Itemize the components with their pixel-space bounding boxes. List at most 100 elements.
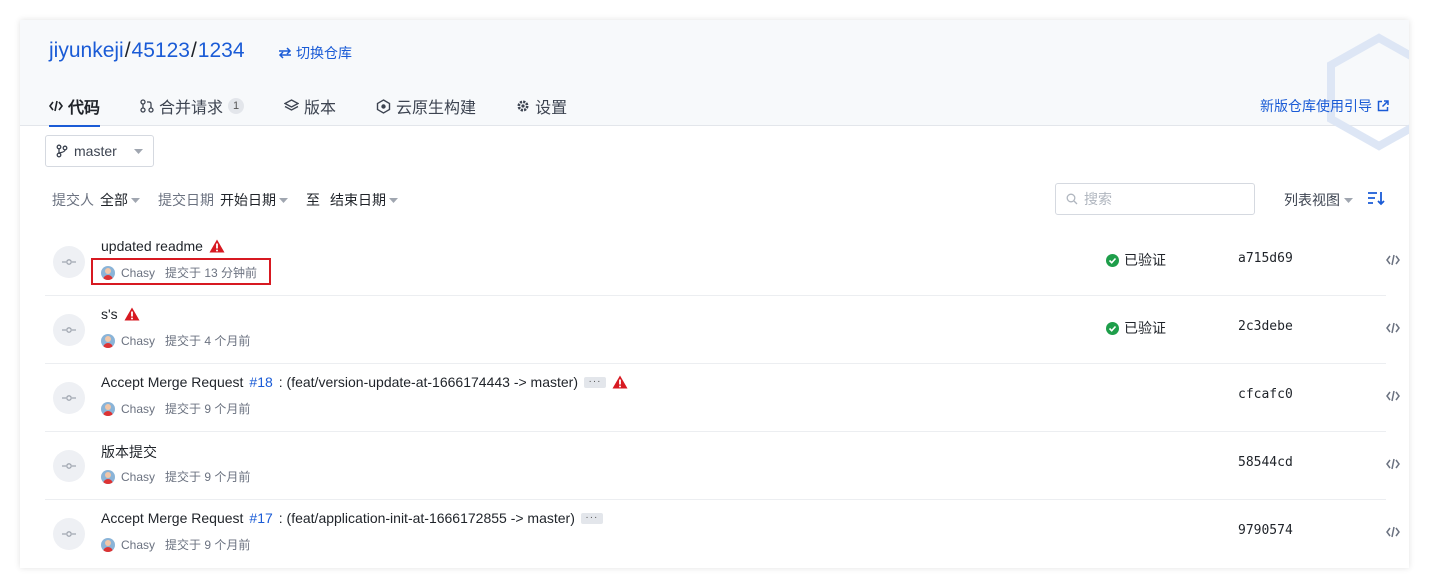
commit-filters: 提交人 全部 提交日期 开始日期 至 结束日期 bbox=[52, 190, 416, 210]
avatar[interactable] bbox=[101, 333, 115, 348]
commit-sha[interactable]: 9790574 bbox=[1238, 523, 1293, 538]
switch-repo-label: 切换仓库 bbox=[296, 45, 352, 61]
commit-message: s's bbox=[101, 306, 118, 322]
guide-link-label: 新版仓库使用引导 bbox=[1260, 98, 1372, 114]
commit-time: 提交于 9 个月前 bbox=[165, 470, 251, 484]
browse-code-icon[interactable] bbox=[1386, 526, 1400, 538]
gear-icon bbox=[517, 100, 529, 112]
browse-code-icon[interactable] bbox=[1386, 458, 1400, 470]
caret-down-icon bbox=[279, 197, 288, 203]
warning-icon bbox=[612, 375, 628, 389]
commit-title[interactable]: updated readme bbox=[101, 238, 225, 254]
avatar[interactable] bbox=[101, 469, 115, 484]
commit-title[interactable]: 版本提交 bbox=[101, 442, 157, 462]
repo-name-link[interactable]: 1234 bbox=[198, 39, 245, 62]
external-link-icon bbox=[1377, 100, 1389, 112]
commit-meta: Chasy 提交于 9 个月前 bbox=[101, 536, 250, 553]
commit-search[interactable] bbox=[1055, 183, 1255, 215]
tab-settings[interactable]: 设置 bbox=[516, 94, 567, 126]
tab-code[interactable]: 代码 bbox=[49, 94, 101, 127]
warning-icon bbox=[209, 239, 225, 253]
repo-group-link[interactable]: 45123 bbox=[132, 39, 190, 62]
search-input[interactable] bbox=[1084, 191, 1234, 207]
browse-code-icon[interactable] bbox=[1386, 322, 1400, 334]
avatar[interactable] bbox=[101, 537, 115, 552]
merge-request-count-badge: 1 bbox=[228, 98, 245, 114]
expand-message-button[interactable]: ··· bbox=[580, 512, 603, 524]
commit-sha[interactable]: cfcafc0 bbox=[1238, 387, 1293, 402]
view-mode-label: 列表视图 bbox=[1284, 192, 1340, 208]
branch-select[interactable]: master bbox=[45, 135, 154, 167]
commit-row[interactable]: Accept Merge Request #17 : (feat/applica… bbox=[45, 500, 1400, 568]
tab-label: 云原生构建 bbox=[396, 100, 477, 117]
repo-breadcrumb: jiyunkeji/45123/1234 bbox=[49, 39, 245, 63]
avatar[interactable] bbox=[101, 401, 115, 416]
commit-author[interactable]: Chasy bbox=[121, 470, 155, 484]
commit-row[interactable]: updated readme Chasy 提交于 13 分钟前 已验证 a715… bbox=[45, 228, 1400, 296]
commit-sha[interactable]: 2c3debe bbox=[1238, 319, 1293, 334]
commit-author[interactable]: Chasy bbox=[121, 538, 155, 552]
check-circle-icon bbox=[1106, 253, 1119, 267]
tab-merge-requests[interactable]: 合并请求 1 bbox=[140, 94, 245, 126]
commit-message: 版本提交 bbox=[101, 444, 157, 460]
commit-title[interactable]: Accept Merge Request #17 : (feat/applica… bbox=[101, 510, 603, 526]
tab-cloud-build[interactable]: 云原生构建 bbox=[376, 94, 476, 126]
commit-author[interactable]: Chasy bbox=[121, 334, 155, 348]
commit-row[interactable]: Accept Merge Request #18 : (feat/version… bbox=[45, 364, 1400, 432]
start-date-picker[interactable]: 开始日期 bbox=[220, 190, 288, 210]
hexagon-decoration-icon bbox=[1327, 33, 1409, 151]
highlight-annotation-box bbox=[91, 258, 271, 285]
browse-code-icon[interactable] bbox=[1386, 390, 1400, 402]
commit-list: updated readme Chasy 提交于 13 分钟前 已验证 a715… bbox=[45, 228, 1400, 568]
commit-title[interactable]: Accept Merge Request #18 : (feat/version… bbox=[101, 374, 628, 390]
commit-row[interactable]: 版本提交 Chasy 提交于 9 个月前 58544cd bbox=[45, 432, 1400, 500]
tab-label: 设置 bbox=[535, 100, 568, 117]
commit-node-icon bbox=[53, 518, 85, 550]
branch-name: master bbox=[74, 143, 117, 159]
commit-sha[interactable]: 58544cd bbox=[1238, 455, 1293, 470]
sort-order-icon[interactable] bbox=[1367, 190, 1385, 206]
expand-message-button[interactable]: ··· bbox=[584, 376, 606, 388]
commit-node-icon bbox=[53, 246, 85, 278]
repo-page: jiyunkeji/45123/1234 切换仓库 代码 合并请求 1 版本 云… bbox=[20, 20, 1409, 568]
branch-icon bbox=[56, 144, 68, 158]
layers-icon bbox=[284, 99, 300, 111]
committer-filter-label: 提交人 bbox=[52, 192, 94, 208]
verified-badge: 已验证 bbox=[1106, 250, 1166, 270]
view-mode-select[interactable]: 列表视图 bbox=[1284, 190, 1353, 210]
commit-meta: Chasy 提交于 9 个月前 bbox=[101, 400, 250, 417]
path-separator: / bbox=[190, 39, 197, 62]
switch-repo-button[interactable]: 切换仓库 bbox=[278, 43, 352, 63]
commit-sha[interactable]: a715d69 bbox=[1238, 251, 1293, 266]
caret-down-icon bbox=[134, 148, 143, 154]
commit-meta: Chasy 提交于 9 个月前 bbox=[101, 468, 250, 485]
caret-down-icon bbox=[131, 197, 140, 203]
commit-title[interactable]: s's bbox=[101, 306, 140, 322]
browse-code-icon[interactable] bbox=[1386, 254, 1400, 266]
repo-header: jiyunkeji/45123/1234 切换仓库 代码 合并请求 1 版本 云… bbox=[20, 20, 1409, 151]
path-separator: / bbox=[124, 39, 131, 62]
tab-label: 代码 bbox=[68, 100, 101, 117]
end-date-picker[interactable]: 结束日期 bbox=[330, 190, 398, 210]
merge-request-link[interactable]: #17 bbox=[249, 510, 272, 526]
start-date-value: 开始日期 bbox=[220, 192, 276, 208]
commit-author[interactable]: Chasy bbox=[121, 402, 155, 416]
commit-meta: Chasy 提交于 4 个月前 bbox=[101, 332, 250, 349]
tab-releases[interactable]: 版本 bbox=[284, 94, 336, 126]
commit-row[interactable]: s's Chasy 提交于 4 个月前 已验证 2c3debe bbox=[45, 296, 1400, 364]
merge-request-link[interactable]: #18 bbox=[249, 374, 272, 390]
commit-message-detail: : (feat/version-update-at-1666174443 -> … bbox=[278, 374, 578, 390]
date-range-separator: 至 bbox=[306, 192, 320, 208]
date-filter-label: 提交日期 bbox=[158, 192, 214, 208]
warning-icon bbox=[124, 307, 140, 321]
verified-badge: 已验证 bbox=[1106, 318, 1166, 338]
new-repo-guide-link[interactable]: 新版仓库使用引导 bbox=[1260, 96, 1389, 116]
commit-node-icon bbox=[53, 314, 85, 346]
caret-down-icon bbox=[389, 197, 398, 203]
tab-label: 合并请求 bbox=[159, 100, 224, 117]
committer-filter-select[interactable]: 全部 bbox=[100, 190, 140, 210]
cloud-build-icon bbox=[376, 98, 391, 114]
verified-label: 已验证 bbox=[1124, 320, 1166, 336]
commit-time: 提交于 9 个月前 bbox=[165, 402, 251, 416]
repo-owner-link[interactable]: jiyunkeji bbox=[49, 39, 124, 62]
